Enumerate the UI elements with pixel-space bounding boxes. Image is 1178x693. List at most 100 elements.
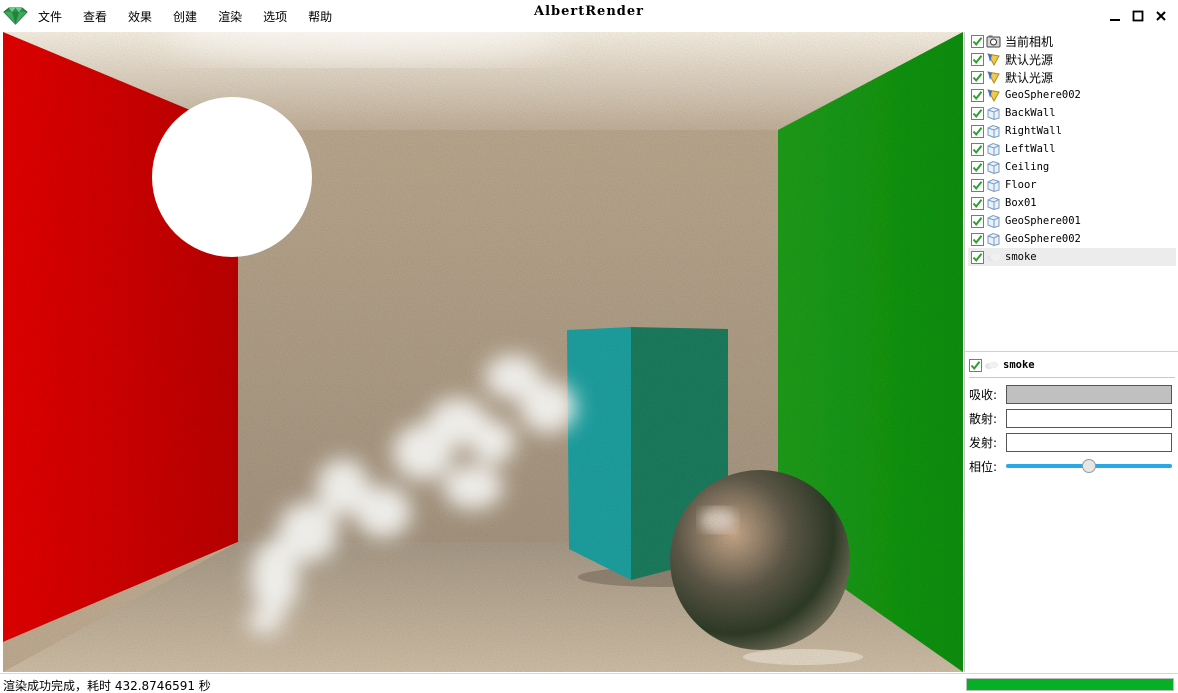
object-name: smoke [1003, 359, 1035, 371]
mesh-icon [987, 214, 1000, 228]
tree-item-8[interactable]: Floor [968, 176, 1176, 194]
panel-divider [965, 351, 1178, 352]
smoke-icon [987, 253, 1001, 261]
window-controls [1101, 8, 1170, 24]
scene-tree: 当前相机默认光源 默认光源 GeoSphere002 BackWall RightWal… [968, 32, 1176, 350]
mesh-icon [987, 124, 1000, 138]
side-panel: 当前相机默认光源 默认光源 GeoSphere002 BackWall RightWal… [964, 32, 1178, 672]
phase-row: 相位: [969, 454, 1175, 478]
tree-item-10[interactable]: GeoSphere001 [968, 212, 1176, 230]
checkmark-icon [972, 144, 983, 154]
mesh-icon [987, 160, 1000, 174]
scatter-color-swatch[interactable] [1006, 408, 1172, 428]
tree-item-checkbox[interactable] [971, 142, 984, 156]
menu-item-0[interactable]: 文件 [38, 8, 62, 25]
scatter-row: 散射: [969, 406, 1175, 430]
menu-item-6[interactable]: 帮助 [308, 8, 332, 25]
tree-item-label: Ceiling [1005, 161, 1050, 173]
checkmark-icon [972, 162, 983, 172]
smoke-icon [985, 361, 999, 369]
absorb-color-swatch[interactable] [1006, 384, 1172, 404]
maximize-button[interactable] [1129, 8, 1147, 24]
tree-item-checkbox[interactable] [971, 88, 984, 102]
phase-slider[interactable] [1006, 459, 1172, 473]
checkmark-icon [970, 360, 981, 370]
tree-item-checkbox[interactable] [971, 214, 984, 228]
tree-item-label: 当前相机 [1005, 34, 1054, 49]
menu-item-3[interactable]: 创建 [173, 8, 197, 25]
light-icon [987, 71, 1000, 84]
mesh-icon [987, 142, 1000, 156]
tree-item-7[interactable]: Ceiling [968, 158, 1176, 176]
tree-item-checkbox[interactable] [971, 52, 984, 66]
menu-item-2[interactable]: 效果 [128, 8, 152, 25]
tree-item-label: GeoSphere002 [1005, 233, 1081, 245]
menu-item-5[interactable]: 选项 [263, 8, 287, 25]
tree-item-5[interactable]: RightWall [968, 122, 1176, 140]
render-progress-bar [966, 678, 1174, 691]
light-icon [987, 53, 1000, 66]
checkmark-icon [972, 90, 983, 100]
absorb-label: 吸收: [969, 387, 998, 402]
tree-item-checkbox[interactable] [971, 160, 984, 174]
close-button[interactable] [1152, 8, 1170, 24]
tree-item-3[interactable]: GeoSphere002 [968, 86, 1176, 104]
checkmark-icon [972, 126, 983, 136]
checkmark-icon [972, 54, 983, 64]
tree-item-1[interactable]: 默认光源 [968, 50, 1176, 68]
tree-item-checkbox[interactable] [971, 196, 984, 210]
properties-panel: smoke 吸收: 散射: 发射: 相位: [969, 356, 1175, 478]
tree-item-checkbox[interactable] [971, 124, 984, 138]
tree-item-2[interactable]: 默认光源 [968, 68, 1176, 86]
mesh-icon [987, 232, 1000, 246]
tree-item-checkbox[interactable] [971, 250, 984, 264]
checkmark-icon [972, 198, 983, 208]
render-viewport[interactable] [3, 32, 963, 672]
emit-row: 发射: [969, 430, 1175, 454]
tree-item-checkbox[interactable] [971, 70, 984, 84]
tree-item-checkbox[interactable] [971, 106, 984, 120]
menu-item-1[interactable]: 查看 [83, 8, 107, 25]
properties-separator [969, 377, 1175, 378]
checkmark-icon [972, 252, 983, 262]
phase-slider-thumb[interactable] [1082, 459, 1096, 473]
menu-bar: 文件 查看 效果 创建 渲染 选项 帮助 [38, 0, 353, 32]
tree-item-checkbox[interactable] [971, 178, 984, 192]
camera-icon [986, 35, 1001, 48]
minimize-button[interactable] [1106, 8, 1124, 24]
tree-item-checkbox[interactable] [971, 232, 984, 246]
tree-item-11[interactable]: GeoSphere002 [968, 230, 1176, 248]
mesh-icon [987, 106, 1000, 120]
checkmark-icon [972, 180, 983, 190]
tree-item-6[interactable]: LeftWall [968, 140, 1176, 158]
status-bar: 渲染成功完成，耗时 432.8746591 秒 [0, 673, 1178, 693]
emerald-gem-icon [3, 7, 28, 25]
light-icon [987, 89, 1000, 102]
checkmark-icon [972, 36, 983, 46]
tree-item-label: GeoSphere001 [1005, 215, 1081, 227]
checkmark-icon [972, 234, 983, 244]
tree-item-label: GeoSphere002 [1005, 89, 1081, 101]
tree-item-0[interactable]: 当前相机 [968, 32, 1176, 50]
menu-item-4[interactable]: 渲染 [218, 8, 242, 25]
checkmark-icon [972, 108, 983, 118]
tree-item-9[interactable]: Box01 [968, 194, 1176, 212]
tree-item-label: 默认光源 [1005, 52, 1054, 67]
tree-item-checkbox[interactable] [971, 34, 984, 48]
tree-item-label: Floor [1005, 179, 1037, 191]
maximize-icon [1132, 10, 1144, 22]
object-visible-checkbox[interactable] [969, 358, 982, 372]
tree-item-4[interactable]: BackWall [968, 104, 1176, 122]
phase-label: 相位: [969, 459, 998, 474]
checkmark-icon [972, 216, 983, 226]
tree-item-label: smoke [1005, 251, 1037, 263]
render-progress-fill [967, 679, 1173, 690]
tree-item-12[interactable]: smoke [968, 248, 1176, 266]
emit-color-swatch[interactable] [1006, 432, 1172, 452]
minimize-icon [1110, 19, 1120, 21]
close-icon [1156, 11, 1166, 21]
tree-item-label: RightWall [1005, 125, 1062, 137]
tree-item-label: BackWall [1005, 107, 1056, 119]
properties-header: smoke [969, 356, 1175, 374]
absorb-row: 吸收: [969, 382, 1175, 406]
